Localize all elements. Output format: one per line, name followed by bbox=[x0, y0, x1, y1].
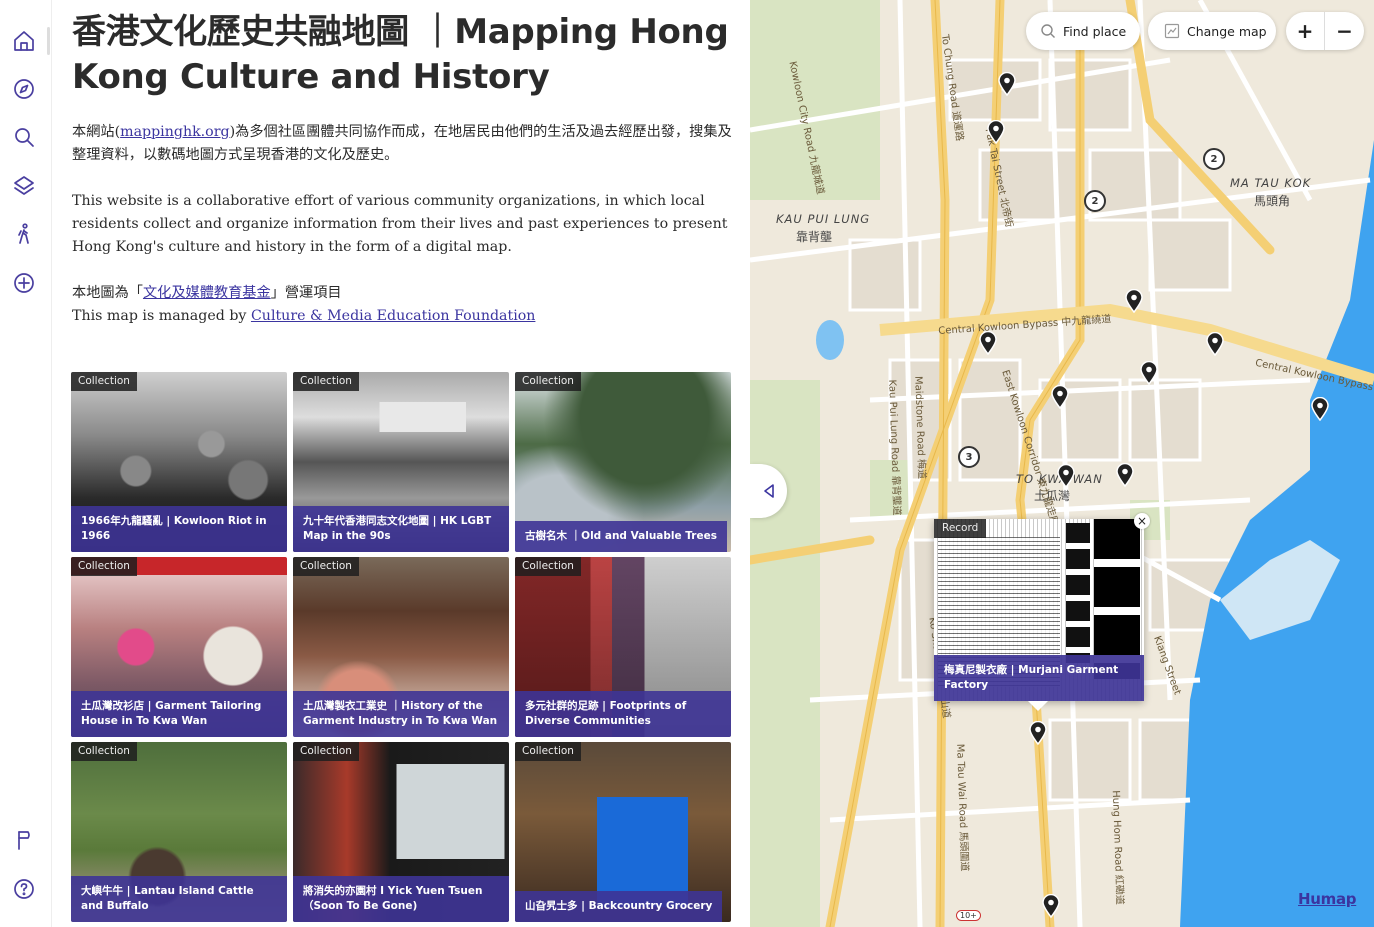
marker-cluster[interactable]: 2 bbox=[1203, 148, 1225, 170]
collection-card[interactable]: Collection 九十年代香港同志文化地圖 | HK LGBT Map in… bbox=[293, 372, 509, 552]
record-tag: Record bbox=[934, 519, 987, 538]
collection-tag: Collection bbox=[515, 742, 581, 761]
map-pin-icon[interactable] bbox=[998, 72, 1016, 96]
explore-button[interactable] bbox=[6, 71, 42, 107]
intro-zh-text-1: 本網站( bbox=[72, 124, 121, 140]
zoom-in-button[interactable]: + bbox=[1286, 12, 1325, 50]
district-label-zh: 馬頭角 bbox=[1254, 194, 1291, 208]
flag-icon bbox=[18, 831, 30, 850]
collection-tag: Collection bbox=[71, 372, 137, 391]
district-label: KAU PUI LUNG bbox=[776, 212, 871, 226]
close-icon[interactable]: × bbox=[1134, 513, 1150, 529]
map-pin-icon[interactable] bbox=[1042, 894, 1060, 918]
map-pin-icon[interactable] bbox=[1116, 463, 1134, 487]
mappinghk-link[interactable]: mappinghk.org bbox=[120, 124, 229, 140]
layers-icon bbox=[14, 176, 34, 195]
district-label: MA TAU KOK bbox=[1230, 176, 1312, 190]
map-icon bbox=[1164, 23, 1180, 39]
collection-tag: Collection bbox=[515, 372, 581, 391]
map-view[interactable]: MA TAU KOK 馬頭角 KAU PUI LUNG 靠背壟 TO KWA W… bbox=[750, 0, 1374, 927]
map-pin-icon[interactable] bbox=[979, 331, 997, 355]
collection-title: 1966年九龍騷亂 | Kowloon Riot in 1966 bbox=[71, 506, 287, 552]
intro-zh: 本網站(mappinghk.org)為多個社區團體共同協作而成，在地居民由他們的… bbox=[72, 121, 737, 167]
collection-tag: Collection bbox=[71, 557, 137, 576]
collection-title: 土瓜灣製衣工業史 ｜History of the Garment Industr… bbox=[293, 691, 509, 737]
info-panel: 香港文化歷史共融地圖 ｜Mapping Hong Kong Culture an… bbox=[52, 0, 750, 927]
map-pin-icon[interactable] bbox=[1057, 464, 1075, 488]
map-pin-icon[interactable] bbox=[1051, 385, 1069, 409]
add-button[interactable] bbox=[6, 265, 42, 301]
chevron-left-icon bbox=[763, 484, 774, 498]
collection-title: 將消失的亦園村 I Yick Yuen Tsuen （Soon To Be Go… bbox=[293, 876, 509, 922]
marker-cluster[interactable]: 2 bbox=[1084, 190, 1106, 212]
collection-title: 九十年代香港同志文化地圖 | HK LGBT Map in the 90s bbox=[293, 506, 509, 552]
collection-title: 古樹名木 ｜Old and Valuable Trees bbox=[515, 521, 727, 552]
collection-card[interactable]: Collection 土瓜灣改衫店 | Garment Tailoring Ho… bbox=[71, 557, 287, 737]
change-map-label: Change map bbox=[1187, 23, 1267, 39]
district-label-zh: 靠背壟 bbox=[796, 230, 833, 244]
sidebar-rail bbox=[0, 0, 52, 927]
map-pin-icon[interactable] bbox=[1125, 289, 1143, 313]
change-map-button[interactable]: Change map bbox=[1148, 12, 1276, 50]
collection-title: 山旮旯士多 | Backcountry Grocery bbox=[515, 891, 723, 922]
help-button[interactable] bbox=[6, 871, 42, 907]
tours-button[interactable] bbox=[6, 216, 42, 252]
map-pin-icon[interactable] bbox=[1140, 361, 1158, 385]
collection-tag: Collection bbox=[515, 557, 581, 576]
search-icon bbox=[15, 128, 34, 147]
managed-en-text: This map is managed by bbox=[72, 308, 251, 324]
map-pin-icon[interactable] bbox=[987, 120, 1005, 144]
collection-tag: Collection bbox=[293, 557, 359, 576]
collection-card[interactable]: Collection 1966年九龍騷亂 | Kowloon Riot in 1… bbox=[71, 372, 287, 552]
collection-card[interactable]: Collection 土瓜灣製衣工業史 ｜History of the Garm… bbox=[293, 557, 509, 737]
collection-title: 大嶼牛牛 | Lantau Island Cattle and Buffalo bbox=[71, 876, 287, 922]
map-pin-icon[interactable] bbox=[1311, 397, 1329, 421]
record-popup[interactable]: Record × 梅真尼製衣廠 | Murjani Garment Factor… bbox=[934, 513, 1150, 711]
find-place-label: Find place bbox=[1063, 23, 1127, 39]
home-button[interactable] bbox=[6, 23, 50, 59]
map-pin-icon[interactable] bbox=[1029, 721, 1047, 745]
record-title: 梅真尼製衣廠 | Murjani Garment Factory bbox=[934, 655, 1144, 701]
search-icon bbox=[1041, 24, 1055, 38]
find-place-button[interactable]: Find place bbox=[1026, 12, 1140, 50]
collection-title: 多元社群的足跡 | Footprints of Diverse Communit… bbox=[515, 691, 731, 737]
plus-circle-icon bbox=[14, 273, 34, 293]
collection-card[interactable]: Collection 大嶼牛牛 | Lantau Island Cattle a… bbox=[71, 742, 287, 922]
collection-tag: Collection bbox=[293, 372, 359, 391]
home-icon bbox=[14, 31, 34, 51]
managed-by: 本地圖為「文化及媒體教育基金」營運項目 This map is managed b… bbox=[72, 282, 737, 328]
collection-card[interactable]: Collection 山旮旯士多 | Backcountry Grocery bbox=[515, 742, 731, 922]
search-button[interactable] bbox=[6, 119, 42, 155]
intro-en: This website is a collaborative effort o… bbox=[72, 193, 728, 255]
collection-title: 土瓜灣改衫店 | Garment Tailoring House in To K… bbox=[71, 691, 287, 737]
collection-card[interactable]: Collection 將消失的亦園村 I Yick Yuen Tsuen （So… bbox=[293, 742, 509, 922]
foundation-link-zh[interactable]: 文化及媒體教育基金 bbox=[143, 285, 271, 301]
marker-cluster[interactable]: 3 bbox=[958, 446, 980, 468]
compass-icon bbox=[14, 79, 34, 99]
collection-tag: Collection bbox=[71, 742, 137, 761]
managed-zh-text-2: 」營運項目 bbox=[270, 285, 342, 301]
collections-grid: Collection 1966年九龍騷亂 | Kowloon Riot in 1… bbox=[71, 372, 731, 922]
zoom-control: + − bbox=[1286, 12, 1364, 50]
page-title: 香港文化歷史共融地圖 ｜Mapping Hong Kong Culture an… bbox=[72, 12, 729, 97]
collection-card[interactable]: Collection 多元社群的足跡 | Footprints of Diver… bbox=[515, 557, 731, 737]
report-button[interactable] bbox=[6, 822, 42, 858]
foundation-link-en[interactable]: Culture & Media Education Foundation bbox=[251, 308, 535, 324]
collection-card[interactable]: Collection 古樹名木 ｜Old and Valuable Trees bbox=[515, 372, 731, 552]
layers-button[interactable] bbox=[6, 168, 42, 204]
collection-tag: Collection bbox=[293, 742, 359, 761]
humap-logo[interactable]: Humap bbox=[1298, 890, 1357, 908]
popup-tail bbox=[1028, 701, 1048, 711]
managed-zh-text-1: 本地圖為「 bbox=[72, 285, 143, 301]
map-pin-icon[interactable] bbox=[1206, 332, 1224, 356]
zoom-out-button[interactable]: − bbox=[1325, 12, 1364, 50]
help-icon bbox=[14, 879, 34, 899]
route-shield: 10+ bbox=[956, 910, 981, 921]
walking-icon bbox=[18, 223, 29, 244]
